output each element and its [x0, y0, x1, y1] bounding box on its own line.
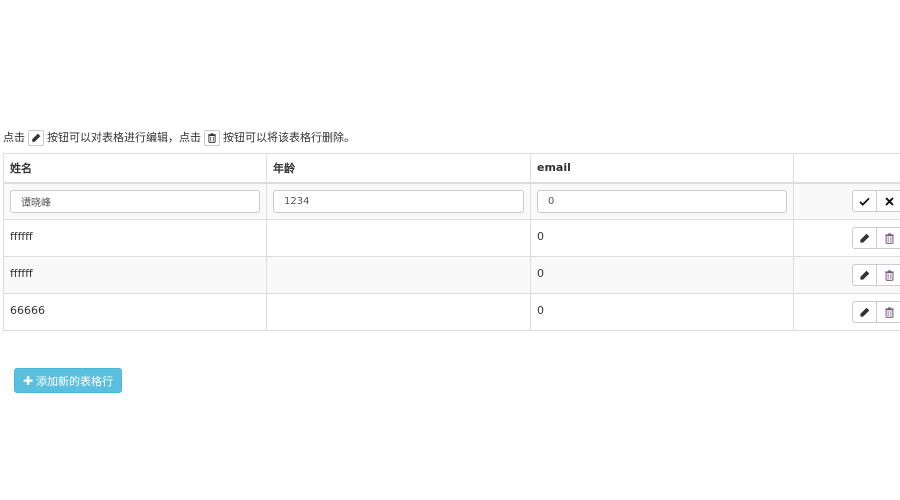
cell-email: 0	[530, 293, 794, 331]
cell-name: 66666	[3, 293, 267, 331]
table-header-row: 姓名 年龄 email	[3, 153, 900, 184]
add-row-button[interactable]: ✚ 添加新的表格行	[14, 368, 122, 393]
edit-button[interactable]	[852, 301, 877, 323]
editable-table: 姓名 年龄 email 谭晓峰 1234 0 ffffff 0 ffffff 0…	[3, 153, 900, 331]
cell-name	[3, 182, 267, 220]
hint-part2: 按钮可以对表格进行编辑，点击	[47, 131, 201, 144]
trash-icon	[204, 130, 220, 146]
email-input[interactable]	[537, 189, 787, 213]
table-row: ffffff 0	[3, 256, 900, 294]
edit-button[interactable]	[852, 227, 877, 249]
age-input[interactable]	[273, 189, 524, 213]
column-header-name: 姓名	[3, 153, 267, 184]
row-actions	[852, 301, 900, 323]
add-row-label: 添加新的表格行	[36, 374, 114, 388]
name-input[interactable]	[10, 189, 260, 213]
pencil-icon	[860, 233, 870, 243]
pencil-icon	[860, 270, 870, 280]
edit-actions	[852, 190, 900, 213]
delete-button[interactable]	[877, 301, 900, 323]
cancel-button[interactable]	[877, 190, 900, 213]
cell-email	[530, 182, 794, 220]
check-icon	[859, 197, 870, 206]
table-row: 66666 0	[3, 293, 900, 331]
cell-email: 0	[530, 219, 794, 257]
column-header-email: email	[530, 153, 794, 184]
column-header-age: 年龄	[266, 153, 531, 184]
delete-button[interactable]	[877, 227, 900, 249]
trash-icon	[884, 232, 894, 244]
plus-icon: ✚	[22, 373, 34, 388]
table-row: ffffff 0	[3, 219, 900, 257]
cell-actions	[793, 256, 900, 294]
cell-actions	[793, 182, 900, 220]
trash-icon	[884, 269, 894, 281]
pencil-icon	[860, 307, 870, 317]
close-icon	[884, 197, 894, 206]
cell-actions	[793, 219, 900, 257]
cell-age	[266, 182, 531, 220]
cell-name: ffffff	[3, 219, 267, 257]
save-button[interactable]	[852, 190, 877, 213]
row-actions	[852, 227, 900, 249]
pencil-icon	[28, 130, 44, 146]
table-row-editing	[3, 182, 900, 220]
hint-part1: 点击	[3, 131, 25, 144]
edit-button[interactable]	[852, 264, 877, 286]
delete-button[interactable]	[877, 264, 900, 286]
cell-email: 0	[530, 256, 794, 294]
row-actions	[852, 264, 900, 286]
cell-actions	[793, 293, 900, 331]
page: 点击 按钮可以对表格进行编辑，点击 按钮可以将该表格行删除。 姓名 年龄 ema…	[0, 0, 900, 500]
cell-age	[266, 219, 531, 257]
hint-part3: 按钮可以将该表格行删除。	[223, 131, 355, 144]
trash-icon	[884, 306, 894, 318]
cell-age	[266, 293, 531, 331]
cell-age	[266, 256, 531, 294]
column-header-actions	[793, 153, 900, 184]
instruction-text: 点击 按钮可以对表格进行编辑，点击 按钮可以将该表格行删除。	[3, 129, 355, 147]
cell-name: ffffff	[3, 256, 267, 294]
